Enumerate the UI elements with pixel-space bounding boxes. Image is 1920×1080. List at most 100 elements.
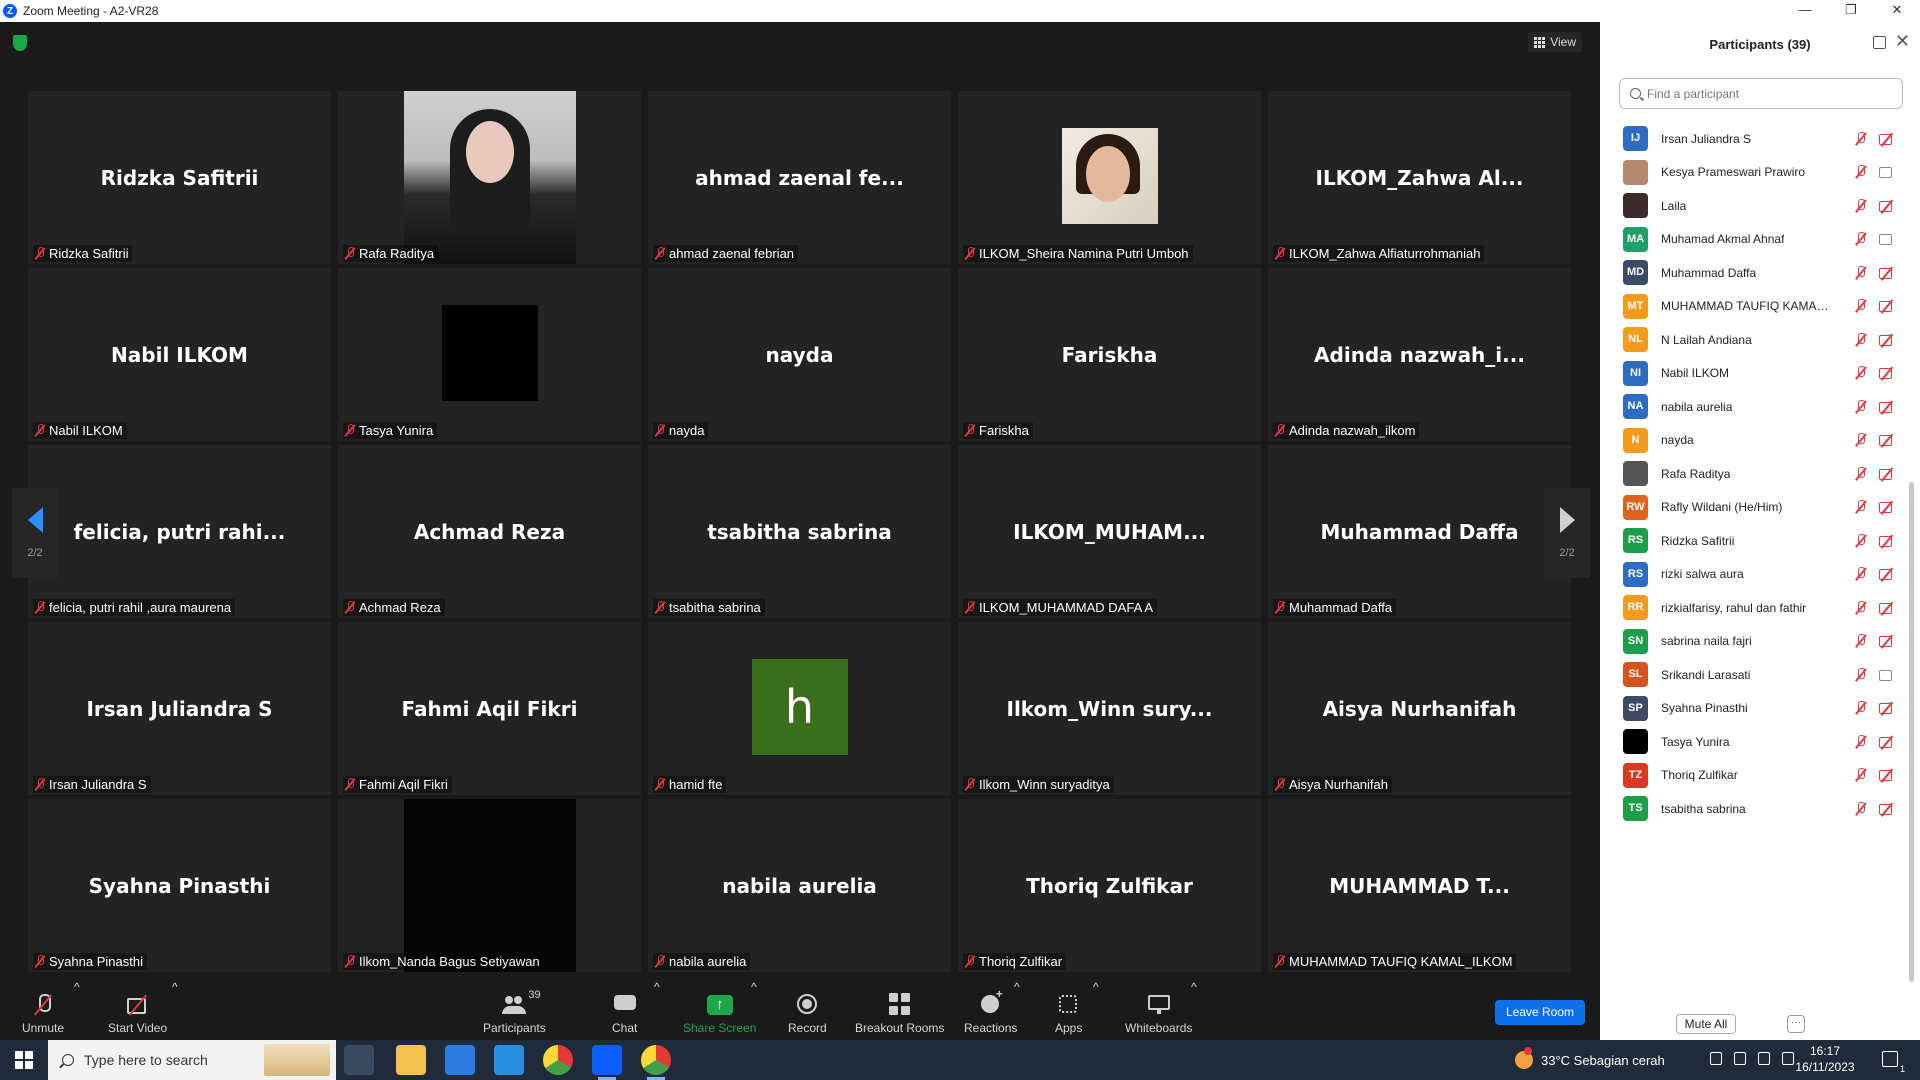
weather-text[interactable]: 33°C Sebagian cerah <box>1541 1053 1665 1068</box>
video-tile[interactable]: MUHAMMAD T... MUHAMMAD TAUFIQ KAMAL_ILKOM <box>1268 799 1571 972</box>
video-off-icon[interactable] <box>1879 602 1896 614</box>
volume-icon[interactable] <box>1758 1052 1770 1065</box>
mic-muted-icon[interactable] <box>1855 500 1867 514</box>
mic-muted-icon[interactable] <box>1855 801 1867 816</box>
video-on-icon[interactable] <box>1879 166 1896 178</box>
video-tile[interactable]: ILKOM_Sheira Namina Putri Umboh <box>958 91 1261 264</box>
video-off-icon[interactable] <box>1879 468 1896 480</box>
mic-muted-icon[interactable] <box>1855 433 1867 447</box>
mic-muted-icon[interactable] <box>1855 265 1867 280</box>
video-tile[interactable]: Muhammad Daffa Muhammad Daffa <box>1268 445 1571 618</box>
mic-muted-icon[interactable] <box>1855 399 1867 414</box>
next-page-button[interactable]: 2/2 <box>1544 488 1590 578</box>
video-off-icon[interactable] <box>1879 568 1896 580</box>
mic-muted-icon[interactable] <box>1855 332 1867 347</box>
breakout-rooms-button[interactable]: Breakout Rooms <box>855 980 944 1040</box>
mic-muted-icon[interactable] <box>1855 667 1867 682</box>
previous-page-button[interactable]: 2/2 <box>12 488 58 578</box>
video-off-icon[interactable] <box>1879 501 1896 513</box>
mic-muted-icon[interactable] <box>1855 734 1867 749</box>
video-tile[interactable]: Aisya Nurhanifah Aisya Nurhanifah <box>1268 622 1571 795</box>
share-screen-button[interactable]: Share Screen <box>683 980 756 1040</box>
chrome-icon[interactable] <box>543 1045 573 1075</box>
microsoft-store-icon[interactable] <box>445 1045 475 1075</box>
video-tile[interactable]: h hamid fte <box>648 622 951 795</box>
video-off-icon[interactable] <box>1879 200 1896 212</box>
more-options-button[interactable]: ··· <box>1787 1015 1805 1033</box>
video-tile[interactable]: Thoriq Zulfikar Thoriq Zulfikar <box>958 799 1261 972</box>
video-options-caret[interactable]: ^ <box>172 980 178 999</box>
mic-muted-icon[interactable] <box>1855 533 1867 548</box>
video-tile[interactable]: nayda nayda <box>648 268 951 441</box>
file-explorer-icon[interactable] <box>396 1045 426 1075</box>
mic-muted-icon[interactable] <box>1855 567 1867 581</box>
video-off-icon[interactable] <box>1879 367 1896 379</box>
video-off-icon[interactable] <box>1879 769 1896 781</box>
video-tile[interactable]: Adinda nazwah_i... Adinda nazwah_ilkom <box>1268 268 1571 441</box>
taskbar-search-box[interactable]: Type here to search <box>48 1040 336 1080</box>
notification-icon[interactable]: 1 <box>1882 1051 1905 1074</box>
leave-room-button[interactable]: Leave Room <box>1495 1000 1585 1025</box>
popout-icon[interactable] <box>1873 36 1886 49</box>
video-tile[interactable]: ahmad zaenal fe... ahmad zaenal febrian <box>648 91 951 264</box>
mic-muted-icon[interactable] <box>1855 768 1867 782</box>
video-tile[interactable]: ILKOM_Zahwa Al... ILKOM_Zahwa Alfiaturroh… <box>1268 91 1571 264</box>
video-off-icon[interactable] <box>1879 401 1896 413</box>
video-on-icon[interactable] <box>1879 233 1896 245</box>
start-video-button[interactable]: Start Video <box>108 980 167 1040</box>
video-off-icon[interactable] <box>1879 635 1896 647</box>
video-tile[interactable]: Tasya Yunira <box>338 268 641 441</box>
video-tile[interactable]: felicia, putri rahi... felicia, putri rah… <box>28 445 331 618</box>
video-tile[interactable]: Fahmi Aqil Fikri Fahmi Aqil Fikri <box>338 622 641 795</box>
participants-button[interactable]: 39 Participants <box>483 980 546 1040</box>
close-panel-icon[interactable]: ✕ <box>1895 31 1910 52</box>
video-tile[interactable]: Achmad Reza Achmad Reza <box>338 445 641 618</box>
video-off-icon[interactable] <box>1879 702 1896 714</box>
task-view-icon[interactable] <box>344 1045 374 1075</box>
reactions-options-caret[interactable]: ^ <box>1014 980 1020 999</box>
video-off-icon[interactable] <box>1879 803 1896 815</box>
maximize-button[interactable]: ❐ <box>1828 0 1874 22</box>
apps-button[interactable]: Apps <box>1055 980 1082 1040</box>
video-tile[interactable]: Ilkom_Nanda Bagus Setiyawan <box>338 799 641 972</box>
participant-search-input[interactable] <box>1647 86 1887 101</box>
reactions-button[interactable]: Reactions <box>964 980 1017 1040</box>
video-tile[interactable]: Fariskha Fariskha <box>958 268 1261 441</box>
video-off-icon[interactable] <box>1879 434 1896 446</box>
video-tile[interactable]: Nabil ILKOM Nabil ILKOM <box>28 268 331 441</box>
taskbar-clock[interactable]: 16:17 16/11/2023 <box>1795 1043 1855 1075</box>
mic-muted-icon[interactable] <box>1855 466 1867 481</box>
share-options-caret[interactable]: ^ <box>751 980 757 999</box>
video-on-icon[interactable] <box>1879 669 1896 681</box>
mic-muted-icon[interactable] <box>1855 131 1867 146</box>
chat-button[interactable]: Chat <box>612 980 637 1040</box>
participant-row[interactable]: TS tsabitha sabrina <box>1600 788 1905 829</box>
video-off-icon[interactable] <box>1879 133 1896 145</box>
video-tile[interactable]: Ridzka Safitrii Ridzka Safitrii <box>28 91 331 264</box>
view-button[interactable]: View <box>1528 32 1582 52</box>
mic-muted-icon[interactable] <box>1855 366 1867 380</box>
windows-start-icon[interactable] <box>0 1040 48 1080</box>
zoom-taskbar-icon[interactable] <box>592 1045 622 1080</box>
record-button[interactable]: Record <box>788 980 827 1040</box>
mic-muted-icon[interactable] <box>1855 299 1867 313</box>
participant-search-box[interactable] <box>1619 78 1903 109</box>
video-tile[interactable]: Irsan Juliandra S Irsan Juliandra S <box>28 622 331 795</box>
video-off-icon[interactable] <box>1879 535 1896 547</box>
whiteboards-button[interactable]: Whiteboards <box>1125 980 1192 1040</box>
mic-muted-icon[interactable] <box>1855 634 1867 648</box>
close-window-button[interactable]: ✕ <box>1874 0 1920 22</box>
mute-all-button[interactable]: Mute All <box>1676 1014 1736 1034</box>
video-tile[interactable]: Rafa Raditya <box>338 91 641 264</box>
apps-options-caret[interactable]: ^ <box>1093 980 1099 999</box>
mail-icon[interactable] <box>494 1045 524 1075</box>
minimize-button[interactable]: — <box>1782 0 1828 22</box>
chrome-active-icon[interactable] <box>641 1045 671 1080</box>
video-tile[interactable]: Syahna Pinasthi Syahna Pinasthi <box>28 799 331 972</box>
video-off-icon[interactable] <box>1879 334 1896 346</box>
unmute-button[interactable]: Unmute <box>22 980 64 1040</box>
encryption-shield-icon[interactable] <box>13 35 27 51</box>
video-off-icon[interactable] <box>1879 300 1896 312</box>
video-tile[interactable]: tsabitha sabrina tsabitha sabrina <box>648 445 951 618</box>
chevron-up-icon[interactable] <box>1710 1052 1722 1065</box>
